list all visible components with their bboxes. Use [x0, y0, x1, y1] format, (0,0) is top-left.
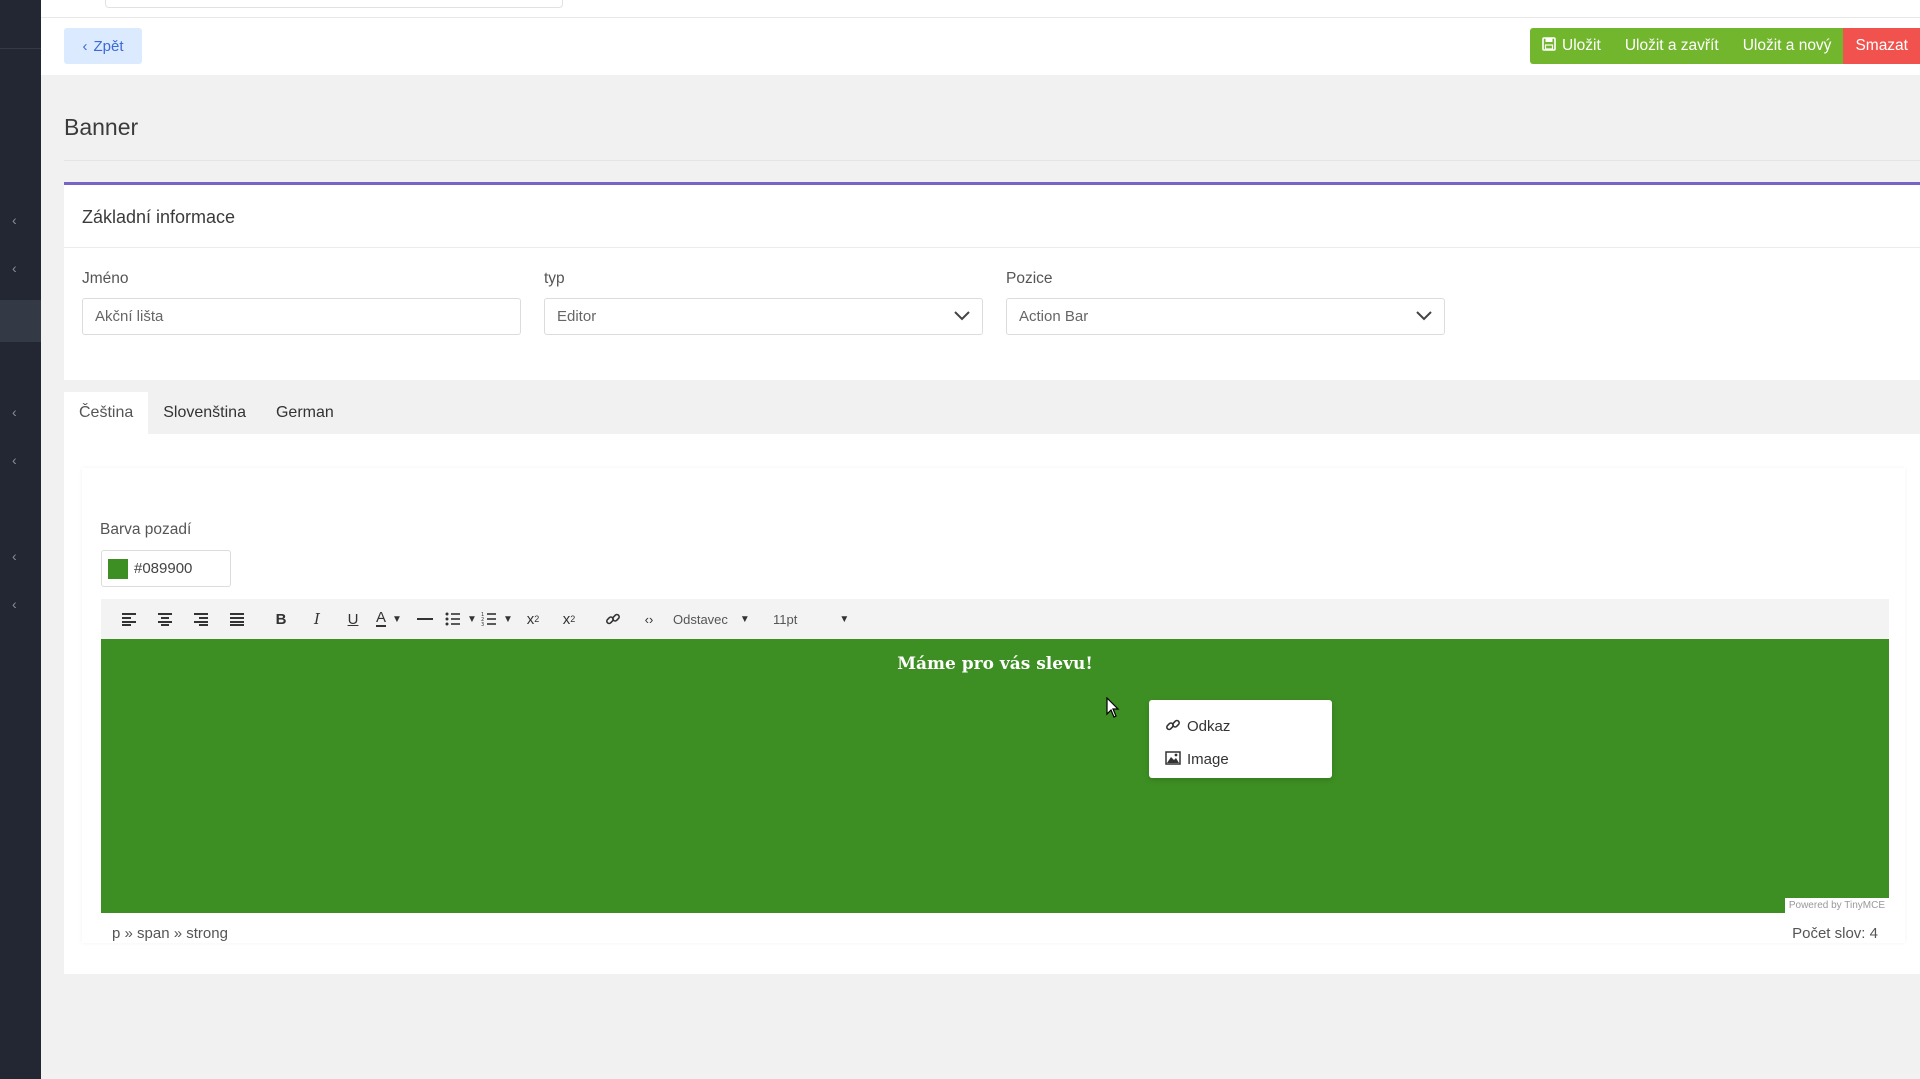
chevron-left-icon: ‹ [82, 37, 88, 55]
position-value: Action Bar [1019, 308, 1089, 325]
bullet-list-icon[interactable]: ▼ [443, 604, 479, 634]
underline-icon[interactable]: U [335, 604, 371, 634]
image-icon [1165, 750, 1181, 769]
powered-by-label[interactable]: Powered by TinyMCE [1784, 898, 1889, 913]
type-value: Editor [557, 308, 597, 325]
mouse-cursor-icon [1106, 697, 1120, 718]
format-select[interactable]: Odstavec ▼ [667, 604, 767, 634]
chevron-left-icon[interactable]: ‹ [12, 596, 17, 612]
editor-statusbar: p » span » strong Počet slov: 4 [101, 913, 1889, 953]
editor-section: Barva pozadí #089900 B I U A ▼ ▼ 1 2 3 ▼… [82, 468, 1905, 943]
delete-label: Smazat [1855, 37, 1908, 54]
link-icon[interactable] [595, 604, 631, 634]
align-right-icon[interactable] [183, 604, 219, 634]
toolbar-separator [255, 604, 263, 634]
type-select[interactable]: Editor [544, 298, 983, 335]
sidebar-divider [0, 48, 41, 49]
link-icon [1165, 717, 1181, 737]
context-menu-image-label: Image [1187, 751, 1229, 768]
tab-panel: Barva pozadí #089900 B I U A ▼ ▼ 1 2 3 ▼… [64, 434, 1920, 974]
delete-button[interactable]: Smazat [1843, 28, 1920, 64]
format-value: Odstavec [673, 611, 728, 627]
chevron-down-icon [1416, 308, 1432, 326]
save-button[interactable]: Uložit [1530, 28, 1613, 64]
action-bar: ‹ Zpět Uložit Uložit a zavřít Uložit a n… [41, 18, 1920, 75]
divider [64, 160, 1920, 161]
basic-info-card: Základní informace Jméno Akční lišta typ… [64, 182, 1920, 380]
toolbar-separator [587, 604, 595, 634]
save-close-label: Uložit a zavřít [1624, 37, 1719, 54]
tab-cestina[interactable]: Čeština [64, 392, 149, 434]
card-title: Základní informace [82, 207, 236, 227]
font-size-value: 11pt [773, 611, 798, 627]
svg-text:3: 3 [481, 622, 484, 626]
subscript-icon[interactable]: x2 [551, 604, 587, 634]
editor-content-area[interactable]: Máme pro vás slevu! Powered by TinyMCE [101, 639, 1889, 913]
chevron-left-icon[interactable]: ‹ [12, 404, 17, 420]
name-placeholder: Akční lišta [95, 308, 164, 325]
chevron-left-icon[interactable]: ‹ [12, 260, 17, 276]
chevron-down-icon [954, 308, 970, 326]
editor-text[interactable]: Máme pro vás slevu! [101, 654, 1889, 674]
top-strip [41, 0, 1920, 18]
sidebar-active-item[interactable] [0, 300, 41, 342]
word-count: Počet slov: 4 [1792, 924, 1878, 942]
font-size-select[interactable]: 11pt ▼ [767, 604, 857, 634]
horizontal-rule-icon[interactable] [407, 604, 443, 634]
divider [64, 247, 1920, 248]
color-swatch[interactable] [108, 558, 128, 579]
language-tabs: Čeština Slovenština German [64, 392, 349, 434]
tab-slovenstina[interactable]: Slovenština [148, 392, 261, 434]
align-left-icon[interactable] [111, 604, 147, 634]
context-menu-image[interactable]: Image [1149, 743, 1332, 776]
save-button-group: Uložit Uložit a zavřít Uložit a nový Sma… [1530, 28, 1920, 64]
search-input[interactable] [105, 0, 563, 8]
align-center-icon[interactable] [147, 604, 183, 634]
save-and-new-button[interactable]: Uložit a nový [1730, 28, 1844, 64]
tab-german[interactable]: German [261, 392, 349, 434]
chevron-left-icon[interactable]: ‹ [12, 452, 17, 468]
save-label: Uložit [1562, 37, 1601, 54]
element-path[interactable]: p » span » strong [112, 925, 228, 942]
position-select[interactable]: Action Bar [1006, 298, 1445, 335]
context-menu: Odkaz Image [1149, 700, 1332, 778]
context-menu-link[interactable]: Odkaz [1149, 710, 1332, 743]
context-menu-link-label: Odkaz [1187, 718, 1231, 735]
chevron-left-icon[interactable]: ‹ [12, 548, 17, 564]
back-label: Zpět [93, 37, 124, 55]
background-color-picker[interactable]: #089900 [101, 550, 231, 587]
italic-icon[interactable]: I [299, 604, 335, 634]
save-and-close-button[interactable]: Uložit a zavřít [1612, 28, 1731, 64]
background-color-label: Barva pozadí [100, 521, 192, 538]
align-justify-icon[interactable] [219, 604, 255, 634]
superscript-icon[interactable]: x2 [515, 604, 551, 634]
numbered-list-icon[interactable]: 123 ▼ [479, 604, 515, 634]
chevron-left-icon[interactable]: ‹ [12, 212, 17, 228]
save-new-label: Uložit a nový [1742, 37, 1832, 54]
type-label: typ [544, 270, 565, 287]
position-label: Pozice [1006, 270, 1053, 287]
sidebar: ‹ ‹ ‹ ‹ ‹ ‹ [0, 0, 41, 1079]
bold-icon[interactable]: B [263, 604, 299, 634]
code-icon[interactable]: ‹› [631, 604, 667, 634]
text-color-icon[interactable]: A ▼ [371, 604, 407, 634]
name-label: Jméno [82, 270, 129, 287]
name-field[interactable]: Akční lišta [82, 298, 521, 335]
color-value: #089900 [134, 560, 193, 577]
editor-toolbar: B I U A ▼ ▼ 123 ▼ x2 x2 ‹› Odstavec ▼ 11… [101, 599, 1889, 639]
page-title: Banner [64, 114, 139, 140]
back-button[interactable]: ‹ Zpět [64, 28, 142, 64]
floppy-disk-icon [1542, 36, 1556, 56]
